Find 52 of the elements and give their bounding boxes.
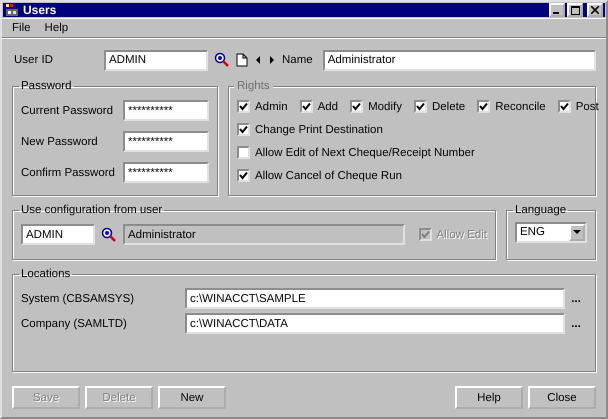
path-field[interactable]: c:\WINACCT\DATA <box>185 313 565 334</box>
checkbox-label: Delete <box>432 100 466 112</box>
menu-item[interactable]: Help <box>42 22 70 34</box>
checkbox-label: Allow Edit of Next Cheque/Receipt Number <box>255 146 475 158</box>
group-title: Language <box>514 204 568 216</box>
new-document-icon[interactable] <box>236 53 248 67</box>
maximize-icon <box>570 6 580 14</box>
next-icon[interactable] <box>268 55 276 65</box>
password-field[interactable]: ********** <box>123 100 209 121</box>
dialog-button[interactable]: Help <box>455 386 523 409</box>
user-name-field[interactable]: Administrator <box>123 224 404 245</box>
field-label: System (CBSAMSYS) <box>21 292 136 304</box>
checkbox-label: Modify <box>368 100 402 112</box>
close-icon <box>591 6 599 14</box>
name-field[interactable]: Administrator <box>322 50 596 70</box>
group-title: Use configuration from user <box>20 204 164 216</box>
minimize-button[interactable] <box>549 3 565 17</box>
password-field[interactable]: ********** <box>123 131 209 152</box>
checkbox-label: Reconcile <box>495 100 546 112</box>
maximize-button[interactable] <box>567 3 583 17</box>
group-title: Locations <box>20 268 72 280</box>
dialog-button[interactable]: Close <box>528 386 596 409</box>
user-id-field[interactable]: ADMIN <box>104 50 208 70</box>
field-label: Current Password <box>21 104 114 116</box>
path-field[interactable]: c:\WINACCT\SAMPLE <box>185 288 565 309</box>
search-icon[interactable] <box>214 52 230 68</box>
checkbox-label: Allow Edit <box>436 228 487 240</box>
field-label: New Password <box>21 136 98 148</box>
menu-item[interactable]: File <box>10 22 33 34</box>
password-field[interactable]: ********** <box>123 162 209 183</box>
search-icon[interactable] <box>101 226 117 242</box>
app-icon <box>5 3 19 17</box>
checkbox-label: Admin <box>255 100 288 112</box>
language-dropdown[interactable]: ENG <box>515 222 587 243</box>
checkbox-label: Post <box>576 100 599 112</box>
field-label: User ID <box>13 54 54 66</box>
group-title: Rights <box>234 80 273 92</box>
dialog-button[interactable]: New <box>158 386 226 409</box>
field-label: Name <box>282 54 313 66</box>
checkbox-label: Change Print Destination <box>255 124 383 136</box>
checkbox-label: Add <box>318 100 338 112</box>
checkbox-label: Allow Cancel of Cheque Run <box>255 170 402 182</box>
dropdown-arrow-icon <box>573 230 581 235</box>
window-title: Users <box>23 3 58 17</box>
browse-button[interactable]: ... <box>565 292 587 304</box>
user-id-field[interactable]: ADMIN <box>21 224 95 245</box>
previous-icon[interactable] <box>254 55 262 65</box>
field-label: Company (SAMLTD) <box>21 318 128 330</box>
group-title: Password <box>20 80 72 92</box>
field-label: Confirm Password <box>21 166 115 178</box>
close-button[interactable] <box>587 3 603 17</box>
browse-button[interactable]: ... <box>565 318 587 330</box>
